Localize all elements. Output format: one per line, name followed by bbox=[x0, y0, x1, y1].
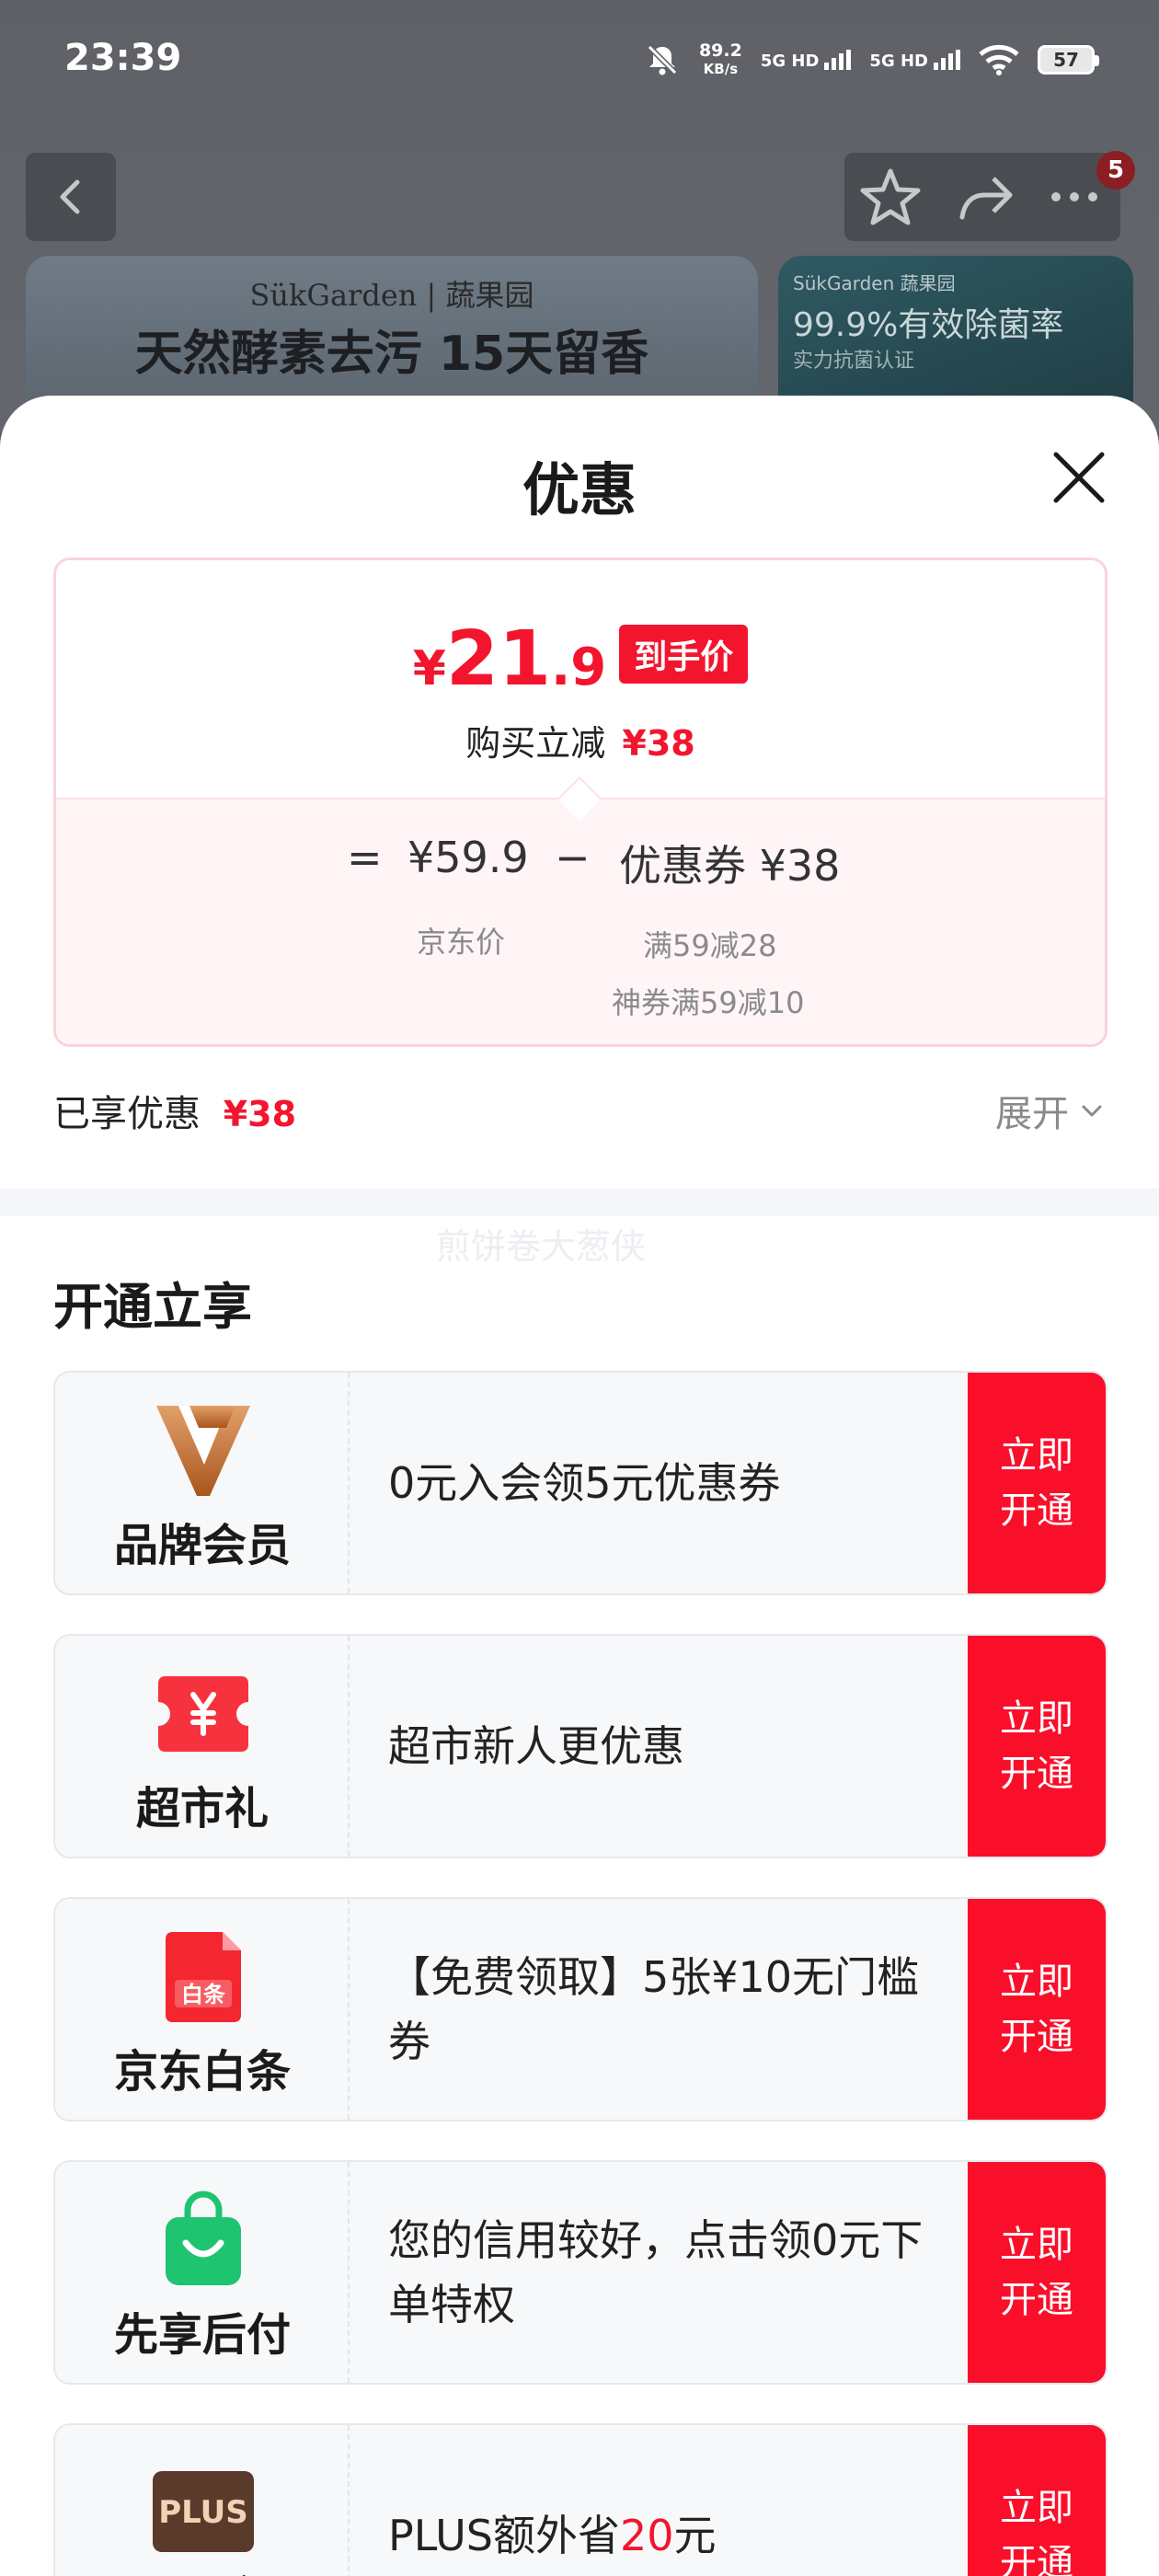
discount-sheet: 优惠 ¥ 21 .9 到手价 购买立减 ¥38 = ¥59.9 − 优惠券 ¥3… bbox=[0, 396, 1159, 2576]
chevron-down-icon bbox=[1082, 1105, 1102, 1117]
final-price: ¥ 21 .9 bbox=[413, 615, 607, 703]
supermarket-gift-icon bbox=[158, 1676, 248, 1752]
offer-badge: 先享后付 bbox=[55, 2162, 350, 2383]
final-price-section: ¥ 21 .9 到手价 购买立减 ¥38 bbox=[56, 560, 1105, 798]
offer-name: 京东白条 bbox=[113, 2046, 291, 2098]
offer-description: 您的信用较好，点击领0元下单特权 bbox=[388, 2215, 924, 2329]
offer-badge: 白条 京东白条 bbox=[55, 1899, 350, 2120]
activate-button[interactable]: 立即开通 bbox=[968, 2162, 1106, 2383]
offer-description: 0元入会领5元优惠券 bbox=[388, 1458, 781, 1508]
price-breakdown-card: ¥ 21 .9 到手价 购买立减 ¥38 = ¥59.9 − 优惠券 ¥38 京… bbox=[53, 558, 1107, 1047]
offer-name: PLUS会员 bbox=[55, 2561, 350, 2576]
side-banner-title: 99.9%有效除菌率 bbox=[793, 306, 1064, 344]
jd-price: ¥59.9 bbox=[407, 833, 529, 882]
offer-card[interactable]: 先享后付 您的信用较好，点击领0元下单特权 立即开通 bbox=[53, 2160, 1107, 2385]
offer-card[interactable]: 品牌会员 0元入会领5元优惠券 立即开通 bbox=[53, 1371, 1107, 1595]
side-banner-subtitle: 实力抗菌认证 bbox=[793, 350, 915, 373]
activate-button[interactable]: 立即开通 bbox=[968, 1636, 1106, 1857]
offer-name: 超市礼 bbox=[135, 1783, 269, 1834]
svg-text:白条: 白条 bbox=[181, 1982, 226, 2007]
plus-member-icon: PLUS bbox=[153, 2471, 254, 2552]
offer-desc-suffix: 元 bbox=[673, 2511, 717, 2560]
final-price-row: ¥ 21 .9 到手价 bbox=[56, 615, 1105, 703]
coupon-detail: 满59减28 bbox=[643, 928, 777, 963]
offer-badge: 超市礼 bbox=[55, 1636, 350, 1857]
pay-later-icon bbox=[166, 2191, 241, 2285]
minus-sign: − bbox=[555, 833, 591, 882]
close-icon[interactable] bbox=[1047, 445, 1111, 510]
offer-desc-highlight: 20 bbox=[619, 2511, 674, 2560]
activate-button[interactable]: 立即开通 bbox=[968, 1899, 1106, 2120]
battery-indicator: 57 bbox=[1038, 45, 1099, 75]
offer-card[interactable]: PLUS PLUS会员 PLUS额外省20元 立即开通 bbox=[53, 2423, 1107, 2576]
back-button[interactable] bbox=[26, 153, 116, 241]
network-speed: 89.2 KB/s bbox=[699, 41, 742, 78]
sheet-title: 优惠 bbox=[522, 456, 637, 523]
brand-member-icon bbox=[156, 1406, 250, 1496]
price-currency: ¥ bbox=[412, 641, 446, 696]
banner-title: 天然酵素去污 15天留香 bbox=[134, 327, 649, 382]
coupon-total: 优惠券 ¥38 bbox=[619, 841, 841, 891]
offer-description: 【免费领取】5张¥10无门槛券 bbox=[388, 1952, 920, 2066]
network-type-1: 5G HD bbox=[760, 52, 820, 71]
coupon-detail: 神券满59减10 bbox=[612, 985, 805, 1020]
watermark: 煎饼卷大葱侠 bbox=[436, 1226, 647, 1267]
offer-name: 先享后付 bbox=[113, 2309, 291, 2361]
offer-description: PLUS额外省 20 元 bbox=[388, 2425, 958, 2576]
network-type-2: 5G HD bbox=[869, 52, 928, 71]
activate-button[interactable]: 立即开通 bbox=[968, 1373, 1106, 1593]
enjoyed-discount: 已享优惠 ¥38 bbox=[53, 1084, 296, 1137]
share-icon[interactable] bbox=[936, 153, 1028, 241]
enjoyed-amount: ¥38 bbox=[223, 1094, 297, 1134]
signal-bars-icon bbox=[934, 50, 960, 70]
section-divider bbox=[0, 1189, 1159, 1216]
sim-1-signal: 5G HD bbox=[761, 50, 852, 70]
activate-button[interactable]: 立即开通 bbox=[968, 2425, 1106, 2576]
side-banner-brand: SükGarden 蔬果园 bbox=[793, 272, 956, 294]
final-price-tag: 到手价 bbox=[619, 625, 749, 684]
offer-card[interactable]: 白条 京东白条 【免费领取】5张¥10无门槛券 立即开通 bbox=[53, 1897, 1107, 2122]
price-integer: 21 bbox=[445, 615, 552, 703]
offer-badge: 品牌会员 bbox=[55, 1373, 350, 1593]
purchase-reduction: 购买立减 ¥38 bbox=[56, 715, 1105, 765]
section-title: 开通立享 bbox=[53, 1278, 252, 1336]
expand-button[interactable]: 展开 bbox=[995, 1084, 1106, 1137]
plus-icon-text: PLUS bbox=[158, 2494, 247, 2531]
reduction-amount: ¥38 bbox=[622, 723, 695, 764]
speed-value: 89.2 bbox=[698, 40, 742, 61]
offer-name: 品牌会员 bbox=[113, 1520, 291, 1571]
signal-bars-icon bbox=[824, 50, 852, 70]
jd-price-label: 京东价 bbox=[417, 925, 506, 960]
status-time: 23:39 bbox=[64, 37, 182, 79]
mute-bell-icon bbox=[647, 44, 678, 75]
enjoyed-label: 已享优惠 bbox=[53, 1093, 201, 1135]
banner-brand: SükGarden | 蔬果园 bbox=[249, 278, 534, 313]
reduction-label: 购买立减 bbox=[465, 723, 606, 764]
status-bar: 23:39 89.2 KB/s 5G HD 5G HD 57 bbox=[0, 0, 1159, 129]
price-formula-section: = ¥59.9 − 优惠券 ¥38 京东价 满59减28 神券满59减10 bbox=[56, 798, 1105, 1044]
star-icon[interactable] bbox=[844, 153, 936, 241]
offer-desc-prefix: PLUS额外省 bbox=[388, 2511, 620, 2560]
speed-unit: KB/s bbox=[703, 61, 739, 77]
equals-sign: = bbox=[347, 833, 383, 882]
jd-baitiao-icon: 白条 bbox=[166, 1932, 241, 2022]
notification-badge: 5 bbox=[1096, 151, 1135, 190]
offer-description: 超市新人更优惠 bbox=[388, 1721, 684, 1771]
offer-card[interactable]: 超市礼 超市新人更优惠 立即开通 bbox=[53, 1634, 1107, 1858]
wifi-icon bbox=[979, 44, 1019, 75]
offer-badge: PLUS PLUS会员 bbox=[55, 2425, 350, 2576]
expand-label: 展开 bbox=[995, 1093, 1069, 1135]
status-icons: 89.2 KB/s 5G HD 5G HD 57 bbox=[644, 37, 1099, 83]
chevron-left-icon bbox=[60, 179, 80, 214]
price-decimal: .9 bbox=[551, 638, 607, 697]
sim-2-signal: 5G HD bbox=[869, 50, 960, 70]
nav-action-group bbox=[844, 153, 1120, 241]
